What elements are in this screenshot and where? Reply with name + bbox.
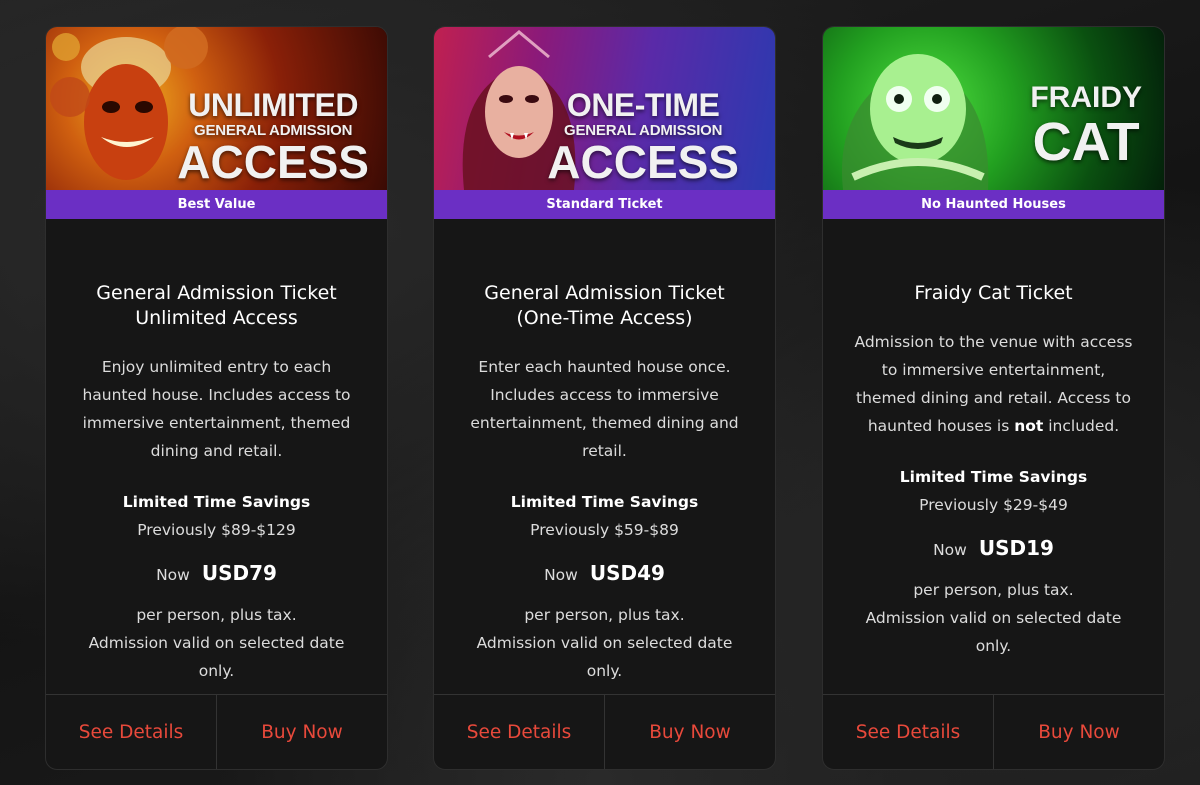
previous-price: Previously $59-$89 (530, 521, 679, 539)
fine-line: per person, plus tax. (136, 606, 297, 624)
desc-line: retail. (582, 442, 627, 460)
fine-print: per person, plus tax. Admission valid on… (823, 576, 1164, 660)
badge-best-value: Best Value (46, 190, 387, 219)
fine-line: Admission valid on selected date (865, 609, 1122, 627)
previous-price: Previously $29-$49 (919, 496, 1068, 514)
fine-line: only. (975, 637, 1012, 655)
fine-line: Admission valid on selected date (88, 634, 345, 652)
fine-print: per person, plus tax. Admission valid on… (434, 601, 775, 685)
hero-image-unlimited: UNLIMITED GENERAL ADMISSION ACCESS (46, 27, 387, 190)
now-price-row: Now USD49 (434, 561, 775, 585)
hero-line1: UNLIMITED (188, 87, 358, 123)
ticket-title: General Admission Ticket Unlimited Acces… (46, 281, 387, 331)
ticket-title-line1: Fraidy Cat Ticket (914, 282, 1073, 304)
see-details-button[interactable]: See Details (46, 695, 216, 769)
fine-line: Admission valid on selected date (476, 634, 733, 652)
hero-line1: FRAIDY (1030, 81, 1142, 114)
see-details-button[interactable]: See Details (823, 695, 993, 769)
ticket-title-line2: (One-Time Access) (516, 307, 693, 329)
hero-image-one-time: ONE-TIME GENERAL ADMISSION ACCESS (434, 27, 775, 190)
see-details-button[interactable]: See Details (434, 695, 604, 769)
fine-line: only. (198, 662, 235, 680)
desc-line: dining and retail. (150, 442, 283, 460)
now-label: Now (156, 566, 190, 584)
ticket-title-line1: General Admission Ticket (484, 282, 725, 304)
hero-line3: ACCESS (547, 136, 739, 188)
ticket-title-line2: Unlimited Access (135, 307, 298, 329)
card-actions: See Details Buy Now (434, 694, 775, 769)
desc-line: to immersive entertainment, (881, 361, 1106, 379)
desc-line: Enter each haunted house once. (478, 358, 731, 376)
ticket-card-one-time: ONE-TIME GENERAL ADMISSION ACCESS Standa… (433, 26, 776, 770)
ticket-title: Fraidy Cat Ticket (823, 281, 1164, 306)
fine-line: per person, plus tax. (913, 581, 1074, 599)
desc-text: haunted houses is (867, 417, 1015, 435)
hero-image-fraidy-cat: FRAIDY CAT (823, 27, 1164, 190)
hero-line3: ACCESS (177, 136, 369, 188)
now-price: USD49 (589, 561, 665, 585)
ticket-title-line1: General Admission Ticket (96, 282, 337, 304)
badge-no-haunted-houses: No Haunted Houses (823, 190, 1164, 219)
card-actions: See Details Buy Now (46, 694, 387, 769)
now-price: USD19 (978, 536, 1054, 560)
ticket-description: Enjoy unlimited entry to each haunted ho… (46, 353, 387, 465)
savings-label: Limited Time Savings (899, 468, 1088, 486)
ticket-description: Enter each haunted house once. Includes … (434, 353, 775, 465)
desc-line: entertainment, themed dining and (470, 414, 739, 432)
now-label: Now (544, 566, 578, 584)
buy-now-button[interactable]: Buy Now (604, 695, 775, 769)
buy-now-button[interactable]: Buy Now (993, 695, 1164, 769)
previous-price: Previously $89-$129 (137, 521, 296, 539)
desc-line: themed dining and retail. Access to (856, 389, 1131, 407)
desc-line: Enjoy unlimited entry to each (101, 358, 332, 376)
now-price-row: Now USD79 (46, 561, 387, 585)
hero-line1: ONE-TIME (566, 87, 720, 123)
fine-line: per person, plus tax. (524, 606, 685, 624)
hero-line2: CAT (1032, 112, 1140, 172)
card-actions: See Details Buy Now (823, 694, 1164, 769)
badge-standard-ticket: Standard Ticket (434, 190, 775, 219)
fine-print: per person, plus tax. Admission valid on… (46, 601, 387, 685)
ticket-card-unlimited: UNLIMITED GENERAL ADMISSION ACCESS Best … (45, 26, 388, 770)
ticket-card-fraidy-cat: FRAIDY CAT No Haunted Houses Fraidy Cat … (822, 26, 1165, 770)
now-price-row: Now USD19 (823, 536, 1164, 560)
desc-line: haunted house. Includes access to (82, 386, 351, 404)
ticket-description: Admission to the venue with access to im… (823, 328, 1164, 440)
buy-now-button[interactable]: Buy Now (216, 695, 387, 769)
now-label: Now (933, 541, 967, 559)
savings-label: Limited Time Savings (510, 493, 699, 511)
fine-line: only. (586, 662, 623, 680)
desc-line: Includes access to immersive (490, 386, 719, 404)
desc-text: included. (1043, 417, 1120, 435)
ticket-title: General Admission Ticket (One-Time Acces… (434, 281, 775, 331)
desc-line: Admission to the venue with access (854, 333, 1133, 351)
now-price: USD79 (201, 561, 277, 585)
doll-image (841, 54, 989, 190)
desc-line: haunted houses is not included. (849, 412, 1138, 440)
desc-line: immersive entertainment, themed (82, 414, 351, 432)
savings-label: Limited Time Savings (122, 493, 311, 511)
desc-emphasis: not (1014, 417, 1044, 435)
